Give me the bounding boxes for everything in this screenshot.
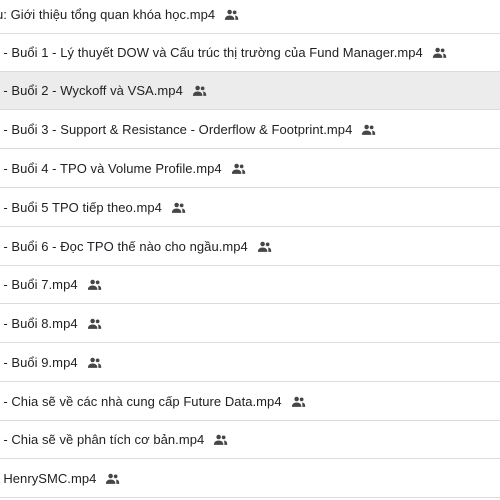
shared-people-icon	[105, 471, 120, 486]
file-row[interactable]: t - Chia sẽ về các nhà cung cấp Future D…	[0, 383, 500, 421]
file-row[interactable]: t - Buổi 8.mp4	[0, 305, 500, 343]
file-row[interactable]: t - Buổi 1 - Lý thuyết DOW và Cấu trúc t…	[0, 34, 500, 72]
file-row[interactable]: t - Buổi 3 - Support & Resistance - Orde…	[0, 111, 500, 149]
file-row[interactable]: t - Buổi 6 - Đọc TPO thế nào cho ngầu.mp…	[0, 228, 500, 266]
shared-people-icon	[257, 239, 272, 254]
file-row-selected[interactable]: t - Buổi 2 - Wyckoff và VSA.mp4	[0, 72, 500, 110]
file-row[interactable]: t - Buổi 5 TPO tiếp theo.mp4	[0, 189, 500, 227]
file-row[interactable]: t HenrySMC.mp4	[0, 460, 500, 498]
file-name: t - Buổi 8.mp4	[0, 316, 78, 331]
file-name: t - Buổi 7.mp4	[0, 277, 78, 292]
file-name: t - Buổi 2 - Wyckoff và VSA.mp4	[0, 83, 183, 98]
shared-people-icon	[87, 316, 102, 331]
shared-people-icon	[224, 7, 239, 22]
file-row[interactable]: t - Buổi 7.mp4	[0, 266, 500, 304]
file-name: t - Buổi 5 TPO tiếp theo.mp4	[0, 200, 162, 215]
shared-people-icon	[87, 355, 102, 370]
file-name: t - Chia sẽ về các nhà cung cấp Future D…	[0, 394, 282, 409]
file-name: t - Buổi 1 - Lý thuyết DOW và Cấu trúc t…	[0, 45, 423, 60]
file-name: t - Buổi 3 - Support & Resistance - Orde…	[0, 122, 353, 137]
file-name: t HenrySMC.mp4	[0, 471, 97, 486]
file-name: t - Buổi 9.mp4	[0, 355, 78, 370]
file-name: t - Buổi 4 - TPO và Volume Profile.mp4	[0, 161, 222, 176]
file-name: u: Giới thiệu tổng quan khóa học.mp4	[0, 7, 216, 22]
shared-people-icon	[361, 122, 376, 137]
shared-people-icon	[213, 432, 228, 447]
shared-people-icon	[231, 161, 246, 176]
file-row[interactable]: u: Giới thiệu tổng quan khóa học.mp4	[0, 0, 500, 34]
shared-people-icon	[432, 45, 447, 60]
file-list: u: Giới thiệu tổng quan khóa học.mp4 t -…	[0, 0, 500, 500]
shared-people-icon	[87, 277, 102, 292]
file-row[interactable]: t - Buổi 9.mp4	[0, 344, 500, 382]
file-name: t - Buổi 6 - Đọc TPO thế nào cho ngầu.mp…	[0, 239, 248, 254]
file-row[interactable]: t - Buổi 4 - TPO và Volume Profile.mp4	[0, 150, 500, 188]
file-name: t - Chia sẽ về phân tích cơ bản.mp4	[0, 432, 205, 447]
shared-people-icon	[171, 200, 186, 215]
file-row[interactable]: t - Chia sẽ về phân tích cơ bản.mp4	[0, 421, 500, 459]
shared-people-icon	[192, 83, 207, 98]
shared-people-icon	[291, 394, 306, 409]
